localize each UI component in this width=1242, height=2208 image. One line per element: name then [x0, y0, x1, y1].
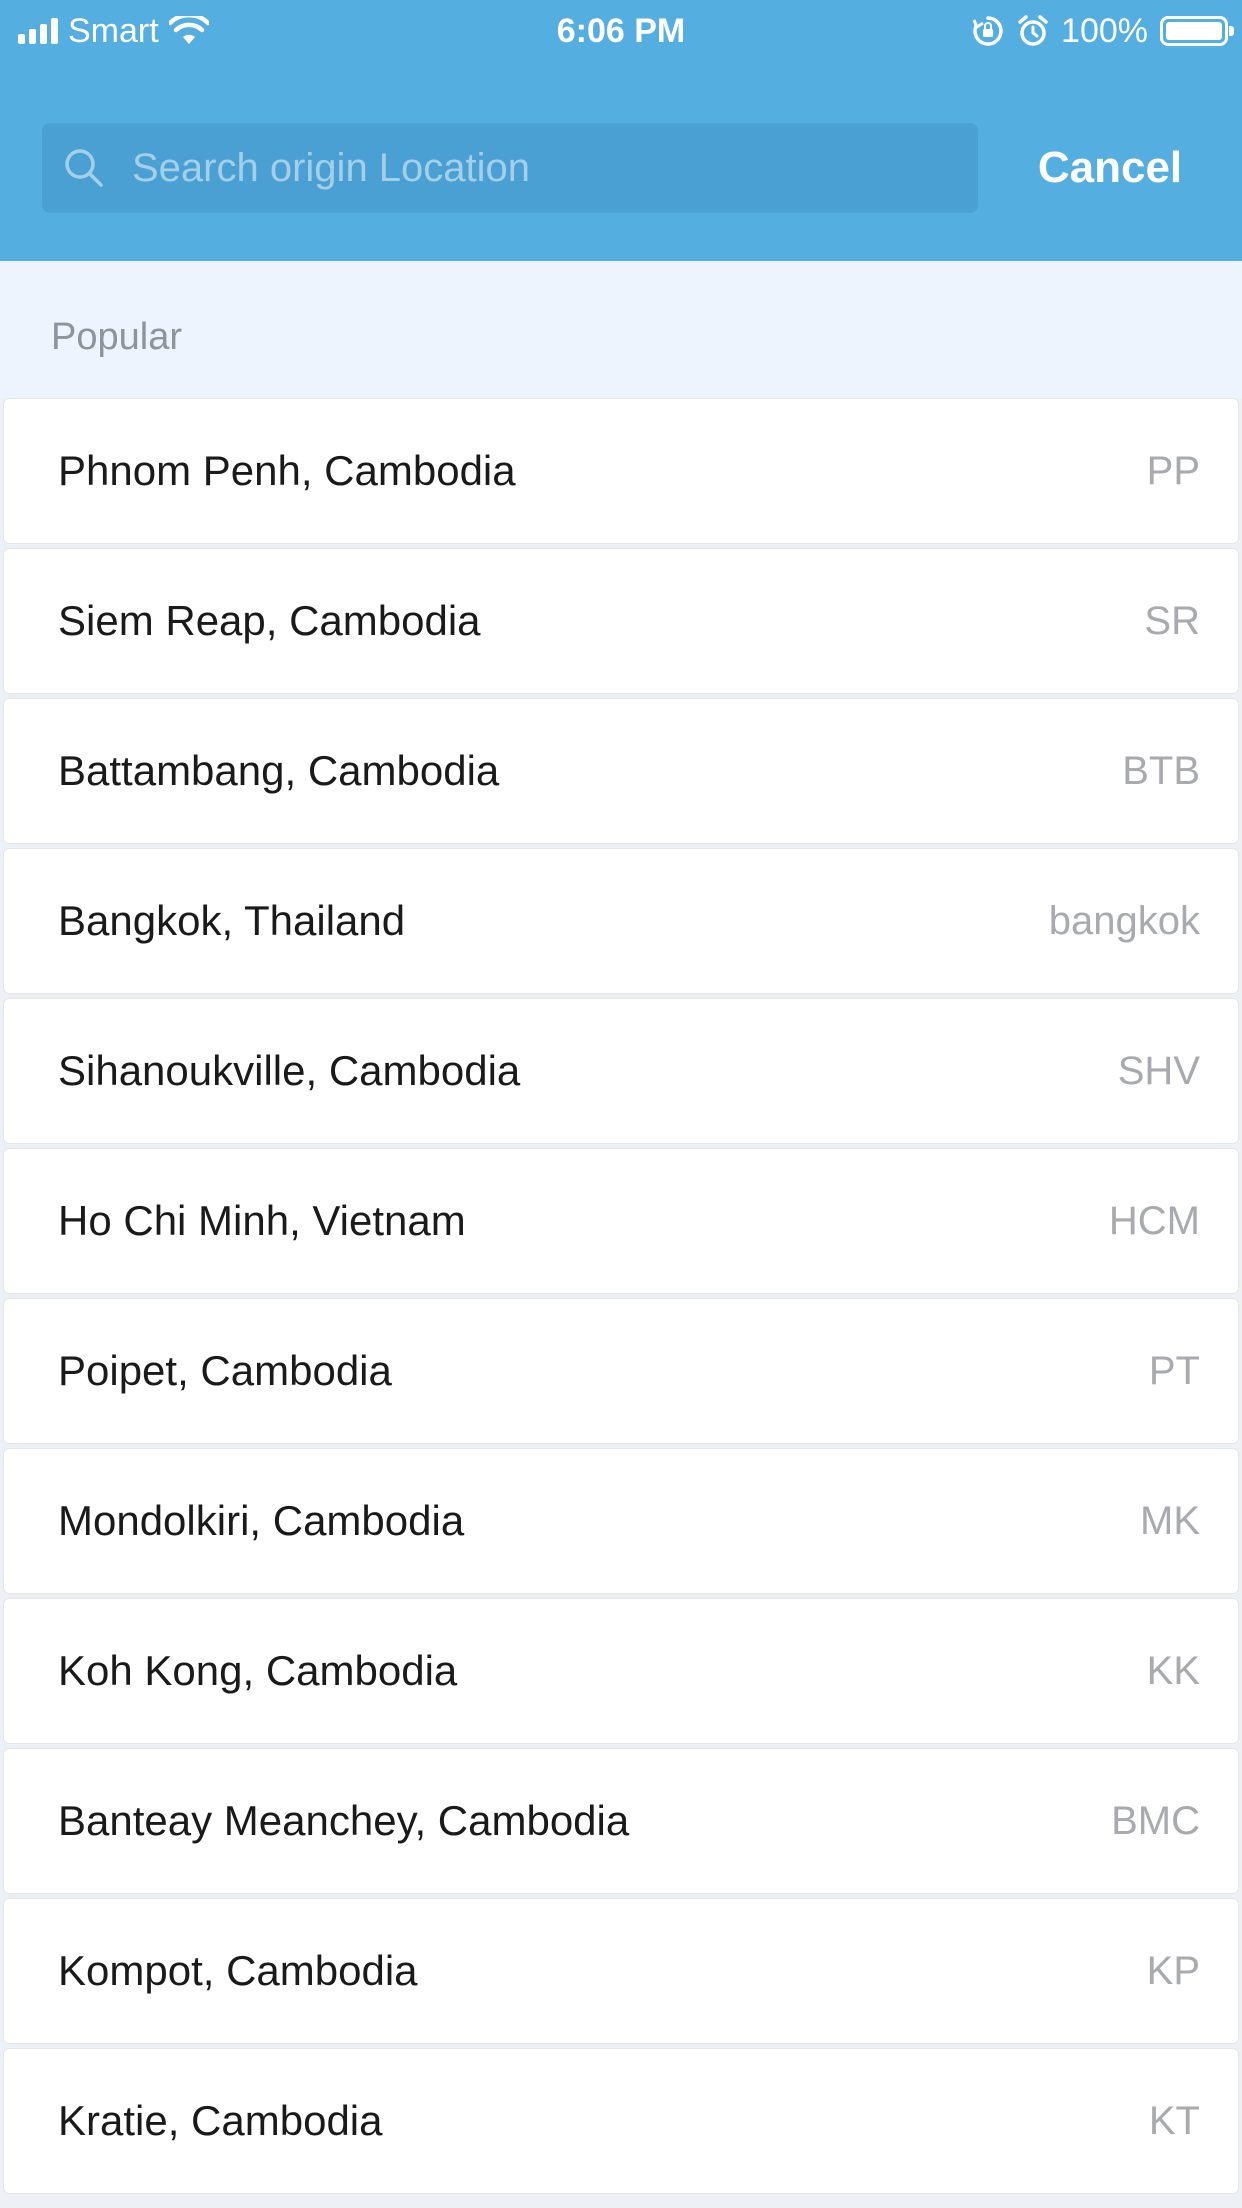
- location-name: Kratie, Cambodia: [58, 2097, 383, 2144]
- location-name: Koh Kong, Cambodia: [58, 1647, 458, 1694]
- location-name: Kompot, Cambodia: [58, 1947, 418, 1994]
- location-row[interactable]: Sihanoukville, Cambodia SHV: [3, 998, 1239, 1144]
- location-code: MK: [1140, 1498, 1200, 1543]
- location-row[interactable]: Ho Chi Minh, Vietnam HCM: [3, 1148, 1239, 1294]
- location-code: BMC: [1111, 1798, 1200, 1843]
- alarm-icon: [1018, 15, 1048, 46]
- search-input[interactable]: [104, 122, 978, 214]
- location-row[interactable]: Poipet, Cambodia PT: [3, 1298, 1239, 1444]
- location-code: KK: [1146, 1648, 1200, 1693]
- location-row[interactable]: Mondolkiri, Cambodia MK: [3, 1448, 1239, 1594]
- location-row[interactable]: Kratie, Cambodia KT: [3, 2048, 1239, 2194]
- location-row[interactable]: Siem Reap, Cambodia SR: [3, 548, 1239, 694]
- location-code: PP: [1146, 448, 1200, 493]
- status-right: 100%: [971, 10, 1234, 52]
- rotation-lock-icon: [972, 16, 1003, 46]
- location-code: SHV: [1117, 1048, 1200, 1093]
- location-name: Poipet, Cambodia: [58, 1347, 392, 1394]
- location-name: Mondolkiri, Cambodia: [58, 1497, 465, 1544]
- search-bar[interactable]: [42, 122, 978, 214]
- battery-icon: [1160, 16, 1234, 46]
- location-row[interactable]: Koh Kong, Cambodia KK: [3, 1598, 1239, 1744]
- location-name: Siem Reap, Cambodia: [58, 597, 481, 644]
- location-row[interactable]: Bangkok, Thailand bangkok: [3, 848, 1239, 994]
- search-icon: [65, 149, 103, 187]
- location-name: Phnom Penh, Cambodia: [58, 447, 516, 494]
- location-code: SR: [1144, 598, 1200, 643]
- location-name: Banteay Meanchey, Cambodia: [58, 1797, 630, 1844]
- section-header: Popular: [0, 261, 1242, 398]
- location-code: KP: [1146, 1948, 1200, 1993]
- location-code: PT: [1148, 1348, 1200, 1393]
- location-code: BTB: [1122, 748, 1200, 793]
- section-title: Popular: [51, 316, 182, 358]
- location-name: Bangkok, Thailand: [58, 897, 406, 944]
- location-code: HCM: [1108, 1198, 1200, 1243]
- location-row[interactable]: Kompot, Cambodia KP: [3, 1898, 1239, 2044]
- location-row[interactable]: Phnom Penh, Cambodia PP: [3, 398, 1239, 544]
- location-row[interactable]: Battambang, Cambodia BTB: [3, 698, 1239, 844]
- location-name: Ho Chi Minh, Vietnam: [58, 1197, 466, 1244]
- location-code: bangkok: [1048, 898, 1200, 943]
- status-bar: Smart 6:06 PM 100%: [0, 0, 1242, 62]
- app-header: Smart 6:06 PM 100% Search origin Locatio…: [0, 0, 1242, 261]
- location-list: Phnom Penh, Cambodia PP Siem Reap, Cambodi…: [0, 398, 1242, 2208]
- battery-percent: 100%: [1061, 11, 1148, 50]
- location-row[interactable]: Banteay Meanchey, Cambodia BMC: [3, 1748, 1239, 1894]
- location-code: KT: [1148, 2098, 1200, 2143]
- location-name: Sihanoukville, Cambodia: [58, 1047, 521, 1094]
- cancel-button[interactable]: Cancel: [1010, 123, 1210, 213]
- battery-fill: [1166, 22, 1222, 40]
- location-name: Battambang, Cambodia: [58, 747, 500, 794]
